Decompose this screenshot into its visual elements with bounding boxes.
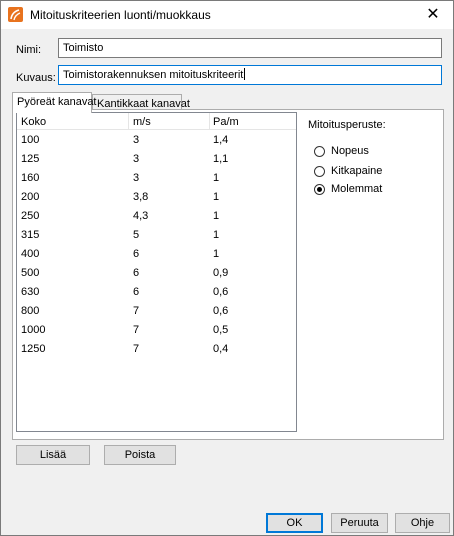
table-row[interactable]: 630 6 0,6 (17, 283, 296, 302)
title-bar: Mitoituskriteerien luonti/muokkaus ✕ (1, 1, 453, 29)
cell-size: 500 (21, 267, 40, 279)
cell-size: 800 (21, 305, 40, 317)
cell-pressure: 0,4 (213, 343, 229, 355)
radio-friction[interactable]: Kitkapaine (314, 164, 382, 178)
cell-pressure: 1 (213, 191, 220, 203)
cell-velocity: 6 (133, 286, 140, 298)
cell-size: 630 (21, 286, 40, 298)
cell-size: 400 (21, 248, 40, 260)
sizing-basis-label: Mitoitusperuste: (308, 119, 386, 131)
cell-pressure: 1 (213, 229, 220, 241)
description-field[interactable]: Toimistorakennuksen mitoituskriteerit (58, 65, 442, 85)
table-row[interactable]: 800 7 0,6 (17, 302, 296, 321)
radio-velocity-label: Nopeus (331, 144, 369, 157)
table-row[interactable]: 1000 7 0,5 (17, 321, 296, 340)
cell-size: 1250 (21, 343, 46, 355)
close-icon: ✕ (426, 6, 440, 23)
cell-velocity: 5 (133, 229, 140, 241)
table-row[interactable]: 315 5 1 (17, 226, 296, 245)
tab-round-ducts[interactable]: Pyöreät kanavat (12, 92, 97, 113)
description-label: Kuvaus: (16, 72, 56, 84)
table-row[interactable]: 500 6 0,9 (17, 264, 296, 283)
table-row[interactable]: 200 3,8 1 (17, 188, 296, 207)
help-button[interactable]: Ohje (395, 513, 450, 533)
cell-velocity: 6 (133, 248, 140, 260)
cell-size: 200 (21, 191, 40, 203)
cell-velocity: 6 (133, 267, 140, 279)
cell-pressure: 0,5 (213, 324, 229, 336)
cell-pressure: 1 (213, 248, 220, 260)
column-header-pressure[interactable]: Pa/m (213, 116, 239, 129)
close-button[interactable]: ✕ (413, 1, 453, 29)
cancel-button[interactable]: Peruuta (331, 513, 388, 533)
cell-pressure: 1 (213, 172, 220, 184)
table-row[interactable]: 1250 7 0,4 (17, 340, 296, 359)
table-row[interactable]: 100 3 1,4 (17, 131, 296, 150)
name-field[interactable]: Toimisto (58, 38, 442, 58)
cell-pressure: 0,9 (213, 267, 229, 279)
cell-pressure: 1,1 (213, 153, 229, 165)
text-caret (244, 68, 246, 80)
cell-size: 160 (21, 172, 40, 184)
table-row[interactable]: 125 3 1,1 (17, 150, 296, 169)
description-field-value: Toimistorakennuksen mitoituskriteerit (63, 69, 244, 81)
radio-friction-label: Kitkapaine (331, 164, 383, 177)
cell-velocity: 3 (133, 134, 140, 146)
cell-velocity: 7 (133, 324, 140, 336)
cell-velocity: 4,3 (133, 210, 149, 222)
cell-size: 125 (21, 153, 40, 165)
add-button[interactable]: Lisää (16, 445, 90, 465)
column-header-size[interactable]: Koko (21, 116, 46, 129)
radio-both-label: Molemmat (331, 182, 383, 195)
column-divider[interactable] (128, 113, 129, 130)
app-logo-icon (8, 7, 23, 22)
column-divider[interactable] (209, 113, 210, 130)
cell-pressure: 1 (213, 210, 220, 222)
tab-round-ducts-label: Pyöreät kanavat (17, 96, 97, 108)
cell-size: 315 (21, 229, 40, 241)
cell-velocity: 3 (133, 172, 140, 184)
radio-both[interactable]: Molemmat (314, 182, 382, 196)
cell-pressure: 0,6 (213, 286, 229, 298)
dialog-window: Mitoituskriteerien luonti/muokkaus ✕ Nim… (0, 0, 454, 536)
radio-button-checked-icon[interactable] (314, 183, 325, 195)
cell-size: 250 (21, 210, 40, 222)
radio-velocity[interactable]: Nopeus (314, 144, 369, 158)
cell-size: 100 (21, 134, 40, 146)
remove-button[interactable]: Poista (104, 445, 176, 465)
cell-velocity: 7 (133, 343, 140, 355)
grid-header: Koko m/s Pa/m (17, 113, 296, 130)
radio-button-icon[interactable] (314, 165, 325, 177)
cell-pressure: 0,6 (213, 305, 229, 317)
table-row[interactable]: 250 4,3 1 (17, 207, 296, 226)
table-row[interactable]: 160 3 1 (17, 169, 296, 188)
cell-pressure: 1,4 (213, 134, 229, 146)
cell-velocity: 3,8 (133, 191, 149, 203)
cell-velocity: 7 (133, 305, 140, 317)
name-field-value: Toimisto (63, 42, 104, 54)
cell-velocity: 3 (133, 153, 140, 165)
window-title: Mitoituskriteerien luonti/muokkaus (30, 8, 211, 22)
column-header-velocity[interactable]: m/s (133, 116, 151, 129)
cell-size: 1000 (21, 324, 46, 336)
table-row[interactable]: 400 6 1 (17, 245, 296, 264)
criteria-grid[interactable]: Koko m/s Pa/m 100 3 1,4 125 3 1,1 160 3 … (16, 112, 297, 432)
name-label: Nimi: (16, 44, 42, 56)
ok-button[interactable]: OK (266, 513, 323, 533)
radio-button-icon[interactable] (314, 145, 325, 157)
